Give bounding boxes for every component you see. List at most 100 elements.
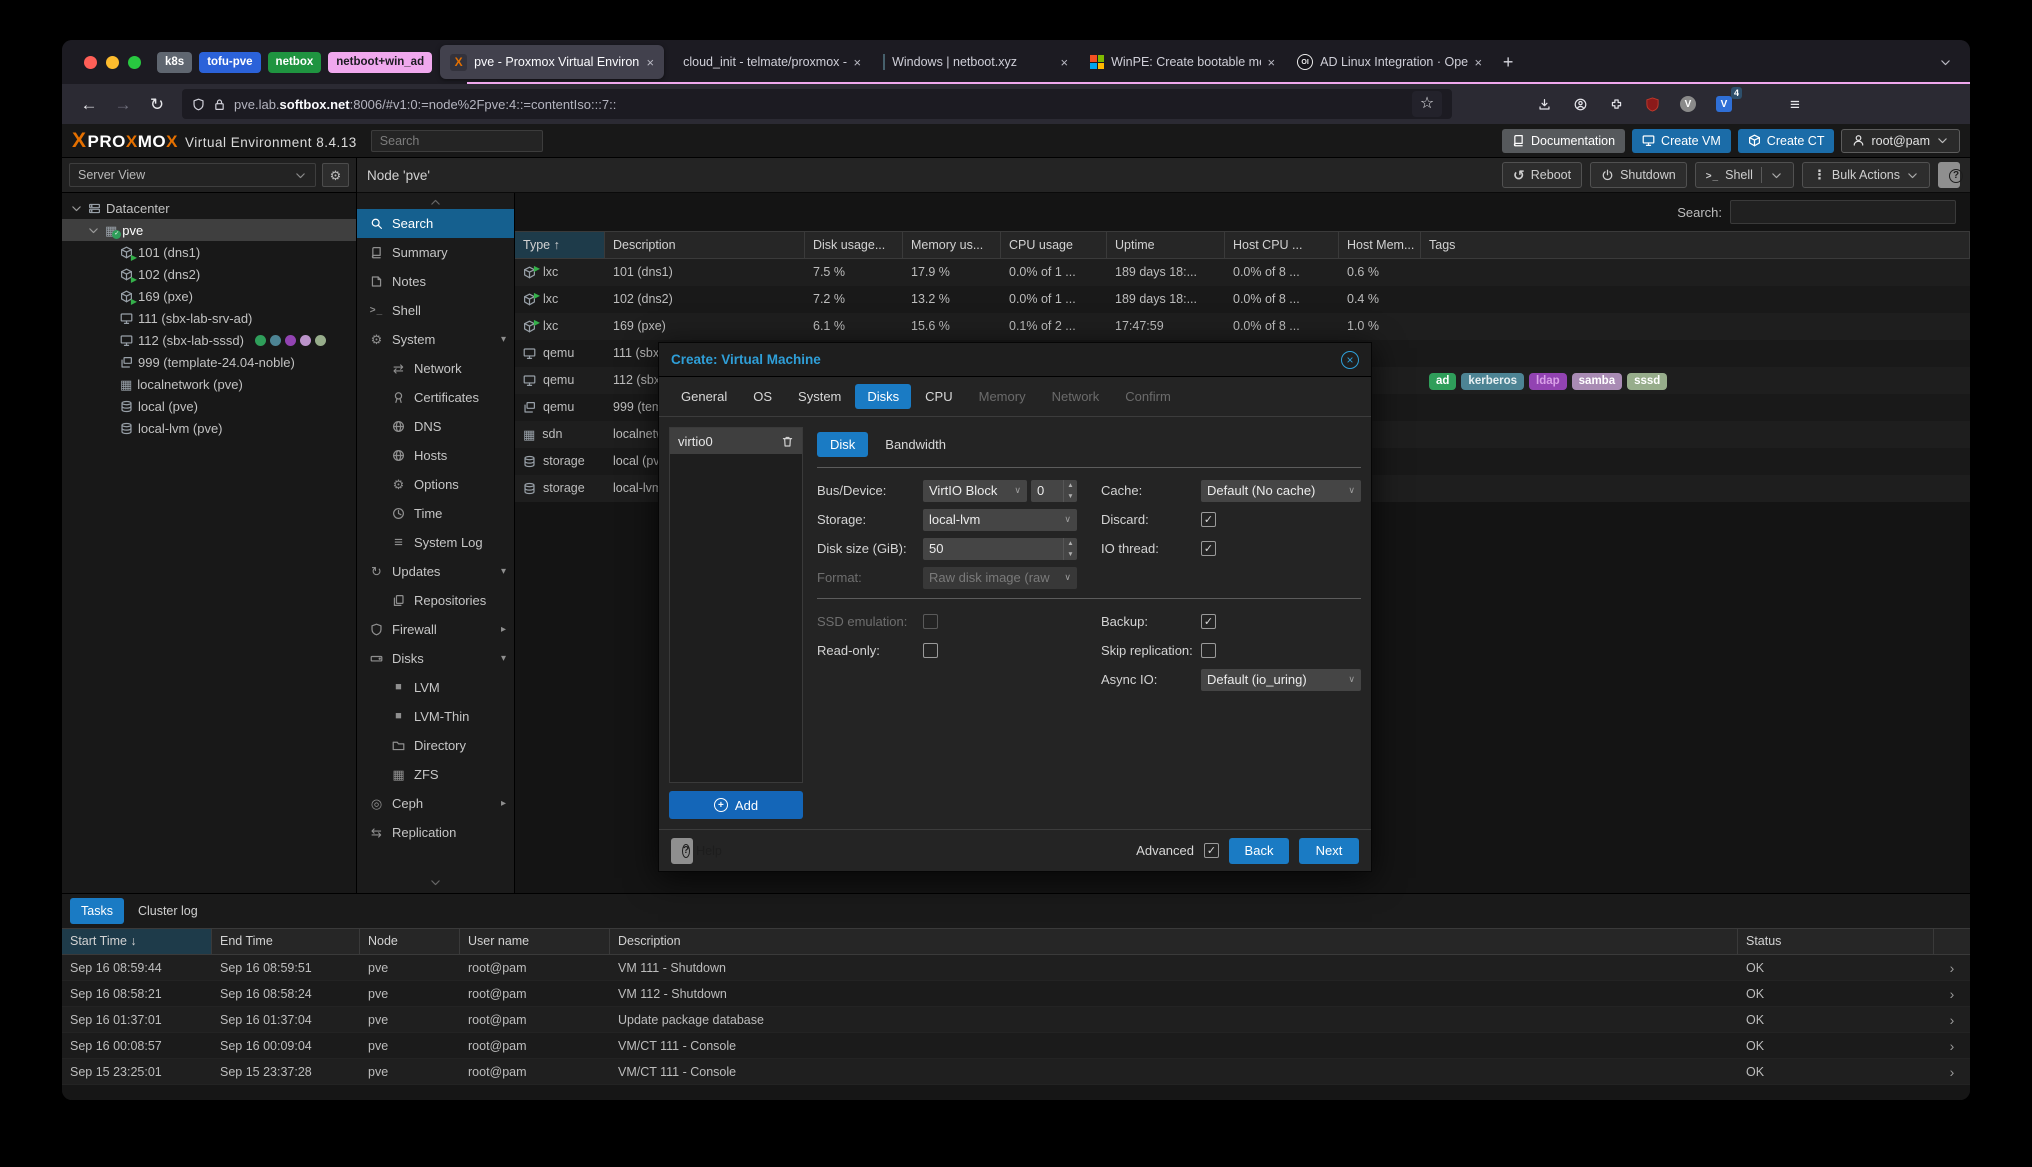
tab-close-icon[interactable]: × [647,55,655,70]
next-button[interactable]: Next [1299,838,1359,864]
chevron-right-icon[interactable]: › [1934,1007,1970,1033]
new-tab-button[interactable]: + [1493,47,1523,77]
nav-menu-item[interactable]: ⇆ Replication [357,818,514,847]
nav-menu-item[interactable]: Hosts [357,441,514,470]
wizard-tab[interactable]: System [786,384,853,409]
browser-tab[interactable]: OI AD Linux Integration · Open × [1287,45,1492,79]
nav-scroll-down-icon[interactable] [357,875,514,889]
tab-close-icon[interactable]: × [854,55,862,70]
list-all-tabs-icon[interactable] [1939,56,1952,69]
bookmark-star-icon[interactable]: ☆ [1412,91,1442,117]
tree-item[interactable]: 112 (sbx-lab-sssd) [62,329,356,351]
tree-expander-icon[interactable] [70,202,83,215]
browser-tab[interactable]: WinPE: Create bootable media | × [1080,45,1285,79]
url-bar[interactable]: pve.lab.softbox.net:8006/#v1:0:=node%2Fp… [182,89,1452,119]
create-ct-button[interactable]: Create CT [1738,129,1835,153]
nav-menu-item[interactable]: Summary [357,238,514,267]
tree-expander-icon[interactable] [87,224,100,237]
column-header[interactable]: Disk usage... [805,232,903,258]
view-mode-select[interactable]: Server View [69,163,316,187]
tab-group-badge[interactable]: k8s [157,52,192,73]
column-header[interactable]: Node [360,929,460,954]
skip-replication-checkbox[interactable] [1201,643,1216,658]
column-header[interactable]: Start Time ↓ [62,929,212,954]
tree-item[interactable]: ▶ 101 (dns1) [62,241,356,263]
toolbar-extension-icon[interactable] [1532,92,1556,116]
tab-close-icon[interactable]: × [1475,55,1483,70]
tab-close-icon[interactable]: × [1268,55,1276,70]
tree-item[interactable]: ▶ 102 (dns2) [62,263,356,285]
read-only-checkbox[interactable] [923,643,938,658]
back-icon[interactable]: ← [74,89,104,119]
disk-subtab[interactable]: Disk [817,432,868,457]
nav-menu-item[interactable]: DNS [357,412,514,441]
chevron-right-icon[interactable]: › [1934,1033,1970,1059]
column-header[interactable]: User name [460,929,610,954]
nav-menu-item[interactable]: ■ LVM-Thin [357,702,514,731]
disk-size-stepper[interactable]: 50 ▲▼ [923,538,1077,560]
disk-list-item[interactable]: virtio0 [670,428,802,454]
wizard-tab[interactable]: CPU [913,384,964,409]
tree-item[interactable]: ▦ localnetwork (pve) [62,373,356,395]
storage-select[interactable]: local-lvm∨ [923,509,1077,531]
tree-item[interactable]: 111 (sbx-lab-srv-ad) [62,307,356,329]
wizard-tab[interactable]: Disks [855,384,911,409]
bus-device-select[interactable]: VirtIO Block∨ [923,480,1027,502]
async-io-select[interactable]: Default (io_uring)∨ [1201,669,1361,691]
nav-menu-item[interactable]: ≡ System Log [357,528,514,557]
browser-tab[interactable]: cloud_init - telmate/proxmox - C × [666,45,871,79]
tab-group-badge[interactable]: netboot+win_ad [328,52,432,73]
backup-checkbox[interactable] [1201,614,1216,629]
tree-item[interactable]: Datacenter [62,197,356,219]
disk-subtab[interactable]: Bandwidth [872,432,959,457]
nav-menu-item[interactable]: ↻ Updates ▾ [357,557,514,586]
tree-item[interactable]: 999 (template-24.04-noble) [62,351,356,373]
advanced-checkbox[interactable] [1204,843,1219,858]
toolbar-extension-icon[interactable]: V 4 [1712,92,1736,116]
nav-menu-item[interactable]: ⚙ System ▾ [357,325,514,354]
expand-arrow-icon[interactable]: ▸ [501,798,506,809]
browser-tab[interactable]: Windows | netboot.xyz × [873,45,1078,79]
task-row[interactable]: Sep 16 08:59:44 Sep 16 08:59:51 pve root… [62,955,1970,981]
tree-item[interactable]: local (pve) [62,395,356,417]
table-row[interactable]: ▶lxc 169 (pxe) 6.1 % 15.6 % 0.1% of 2 ..… [515,313,1970,340]
nav-menu-item[interactable]: Search [357,209,514,238]
dialog-help-button[interactable]: ? Help [671,838,693,864]
column-header[interactable]: Uptime [1107,232,1225,258]
column-header[interactable]: Host CPU ... [1225,232,1339,258]
wizard-tab[interactable]: Memory [967,384,1038,409]
expand-arrow-icon[interactable]: ▸ [501,624,506,635]
node-action-button[interactable]: Shutdown [1590,162,1687,188]
expand-arrow-icon[interactable]: ▾ [501,653,506,664]
cache-select[interactable]: Default (No cache)∨ [1201,480,1361,502]
nav-scroll-up-icon[interactable] [357,195,514,209]
tasks-panel-tab[interactable]: Tasks [70,898,124,924]
toolbar-extension-icon[interactable] [1568,92,1592,116]
nav-menu-item[interactable]: >_ Shell [357,296,514,325]
create-vm-button[interactable]: Create VM [1632,129,1731,153]
nav-menu-item[interactable]: ▦ ZFS [357,760,514,789]
node-action-button[interactable]: >_ Shell [1695,162,1794,188]
toolbar-extension-icon[interactable] [1604,92,1628,116]
column-header[interactable]: Status [1738,929,1934,954]
wizard-tab[interactable]: Network [1040,384,1112,409]
nav-menu-item[interactable]: Disks ▾ [357,644,514,673]
column-header[interactable]: Host Mem... [1339,232,1421,258]
tracking-protection-shield-icon[interactable] [192,98,205,111]
column-header[interactable]: Description [610,929,1738,954]
nav-menu-item[interactable]: ⚙ Options [357,470,514,499]
chevron-down-icon[interactable] [1770,169,1783,182]
tasks-panel-tab[interactable]: Cluster log [127,898,209,924]
io-thread-checkbox[interactable] [1201,541,1216,556]
tree-item[interactable]: ▶ 169 (pxe) [62,285,356,307]
menu-icon[interactable]: ≡ [1780,89,1810,119]
tab-group-badge[interactable]: tofu-pve [199,52,260,73]
trash-icon[interactable] [781,435,794,448]
nav-menu-item[interactable]: Notes [357,267,514,296]
discard-checkbox[interactable] [1201,512,1216,527]
toolbar-extension-icon[interactable] [1640,92,1664,116]
wizard-tab[interactable]: OS [741,384,784,409]
toolbar-extension-icon[interactable]: V [1676,92,1700,116]
traffic-light-button[interactable] [128,56,141,69]
tree-settings-gear-icon[interactable]: ⚙ [322,163,349,187]
